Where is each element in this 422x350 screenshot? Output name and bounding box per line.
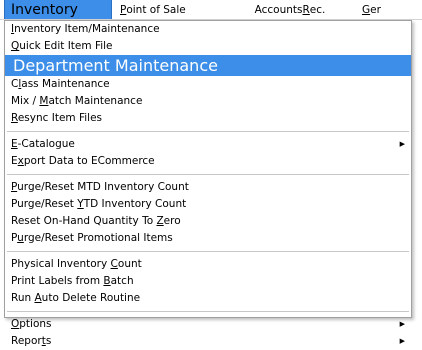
menu-inventory[interactable]: Inventory (4, 0, 112, 19)
menu-label-accel: G (362, 3, 371, 16)
menu-item-purge-reset-mtd[interactable]: Purge/Reset MTD Inventory Count (5, 179, 411, 196)
menu-item-purge-reset-ytd[interactable]: Purge/Reset YTD Inventory Count (5, 196, 411, 213)
item-pre: Repor (11, 335, 42, 347)
item-post: ass Maintenance (21, 78, 110, 90)
menu-label-pre: Accounts (254, 3, 303, 16)
menu-separator (7, 131, 409, 132)
item-post: epartment Maintenance (25, 56, 218, 75)
menu-item-resync-item-files[interactable]: Resync Item Files (5, 110, 411, 127)
item-accel: E (11, 138, 18, 150)
item-accel: D (13, 56, 26, 75)
menu-item-class-maintenance[interactable]: Class Maintenance (5, 76, 411, 93)
menu-item-purge-reset-promotional[interactable]: Purge/Reset Promotional Items (5, 230, 411, 247)
item-post: uto Delete Routine (41, 292, 141, 304)
item-pre: Purge/Reset (11, 198, 78, 210)
menu-separator (7, 251, 409, 252)
menu-label-post: er (370, 3, 381, 16)
menu-separator (7, 311, 409, 312)
item-post: atch Maintenance (48, 95, 143, 107)
item-accel: Z (156, 215, 164, 227)
item-post: port Data to ECommerce (23, 155, 155, 167)
item-post: -Catalogue (17, 138, 75, 150)
inventory-dropdown-menu: Inventory Item/Maintenance Quick Edit It… (4, 20, 412, 347)
submenu-arrow-icon: ▶ (399, 320, 405, 328)
item-post: rge/Reset Promotional Items (23, 232, 173, 244)
menu-label-post: oint of Sale (126, 3, 186, 16)
item-pre: Mix / (11, 95, 40, 107)
menu-item-export-data-to-ecommerce[interactable]: Export Data to ECommerce (5, 153, 411, 170)
menu-label-accel: R (302, 3, 310, 16)
menu-item-options[interactable]: Options ▶ (5, 316, 411, 333)
submenu-arrow-icon: ▶ (399, 337, 405, 345)
item-pre: Print Labels from (11, 275, 104, 287)
item-post: urge/Reset MTD Inventory Count (17, 181, 189, 193)
menu-inventory-label: Inventory (11, 1, 78, 18)
item-post: ero (163, 215, 181, 227)
menu-item-run-auto-delete-routine[interactable]: Run Auto Delete Routine (5, 290, 411, 307)
menu-item-department-maintenance[interactable]: Department Maintenance (5, 55, 411, 76)
item-post: ount (117, 258, 142, 270)
menu-item-reset-on-hand-quantity[interactable]: Reset On-Hand Quantity To Zero (5, 213, 411, 230)
menu-accounts-rec[interactable]: Accounts Rec. (230, 0, 350, 19)
item-accel: A (34, 292, 42, 304)
item-post: nventory Item/Maintenance (14, 23, 160, 35)
menu-item-mix-match-maintenance[interactable]: Mix / Match Maintenance (5, 93, 411, 110)
menu-item-inventory-item-maintenance[interactable]: Inventory Item/Maintenance (5, 21, 411, 38)
menu-point-of-sale[interactable]: Point of Sale (120, 0, 230, 19)
menu-general[interactable]: Ger (362, 0, 381, 19)
submenu-arrow-icon: ▶ (399, 140, 405, 148)
menu-item-e-catalogue[interactable]: E-Catalogue ▶ (5, 136, 411, 153)
menu-separator (7, 174, 409, 175)
item-post: atch (110, 275, 134, 287)
menu-item-quick-edit-item-file[interactable]: Quick Edit Item File (5, 38, 411, 55)
item-accel: R (11, 112, 18, 124)
menu-item-physical-inventory-count[interactable]: Physical Inventory Count (5, 256, 411, 273)
item-post: esync Item Files (17, 112, 103, 124)
menu-item-print-labels-from-batch[interactable]: Print Labels from Batch (5, 273, 411, 290)
item-post: uick Edit Item File (19, 40, 113, 52)
item-pre: Physical Inventory (11, 258, 111, 270)
item-pre: Reset On-Hand Quantity To (11, 215, 157, 227)
item-pre: E (11, 155, 18, 167)
menu-bar: Inventory Point of Sale Accounts Rec. Ge… (0, 0, 422, 20)
item-accel: C (110, 258, 118, 270)
menu-item-reports[interactable]: Reports ▶ (5, 333, 411, 350)
item-accel: B (103, 275, 111, 287)
item-accel: u (17, 232, 24, 244)
menu-label-post: ec. (309, 3, 326, 16)
item-post: TD Inventory Count (83, 198, 187, 210)
item-pre: Run (11, 292, 35, 304)
item-post: s (45, 335, 52, 347)
